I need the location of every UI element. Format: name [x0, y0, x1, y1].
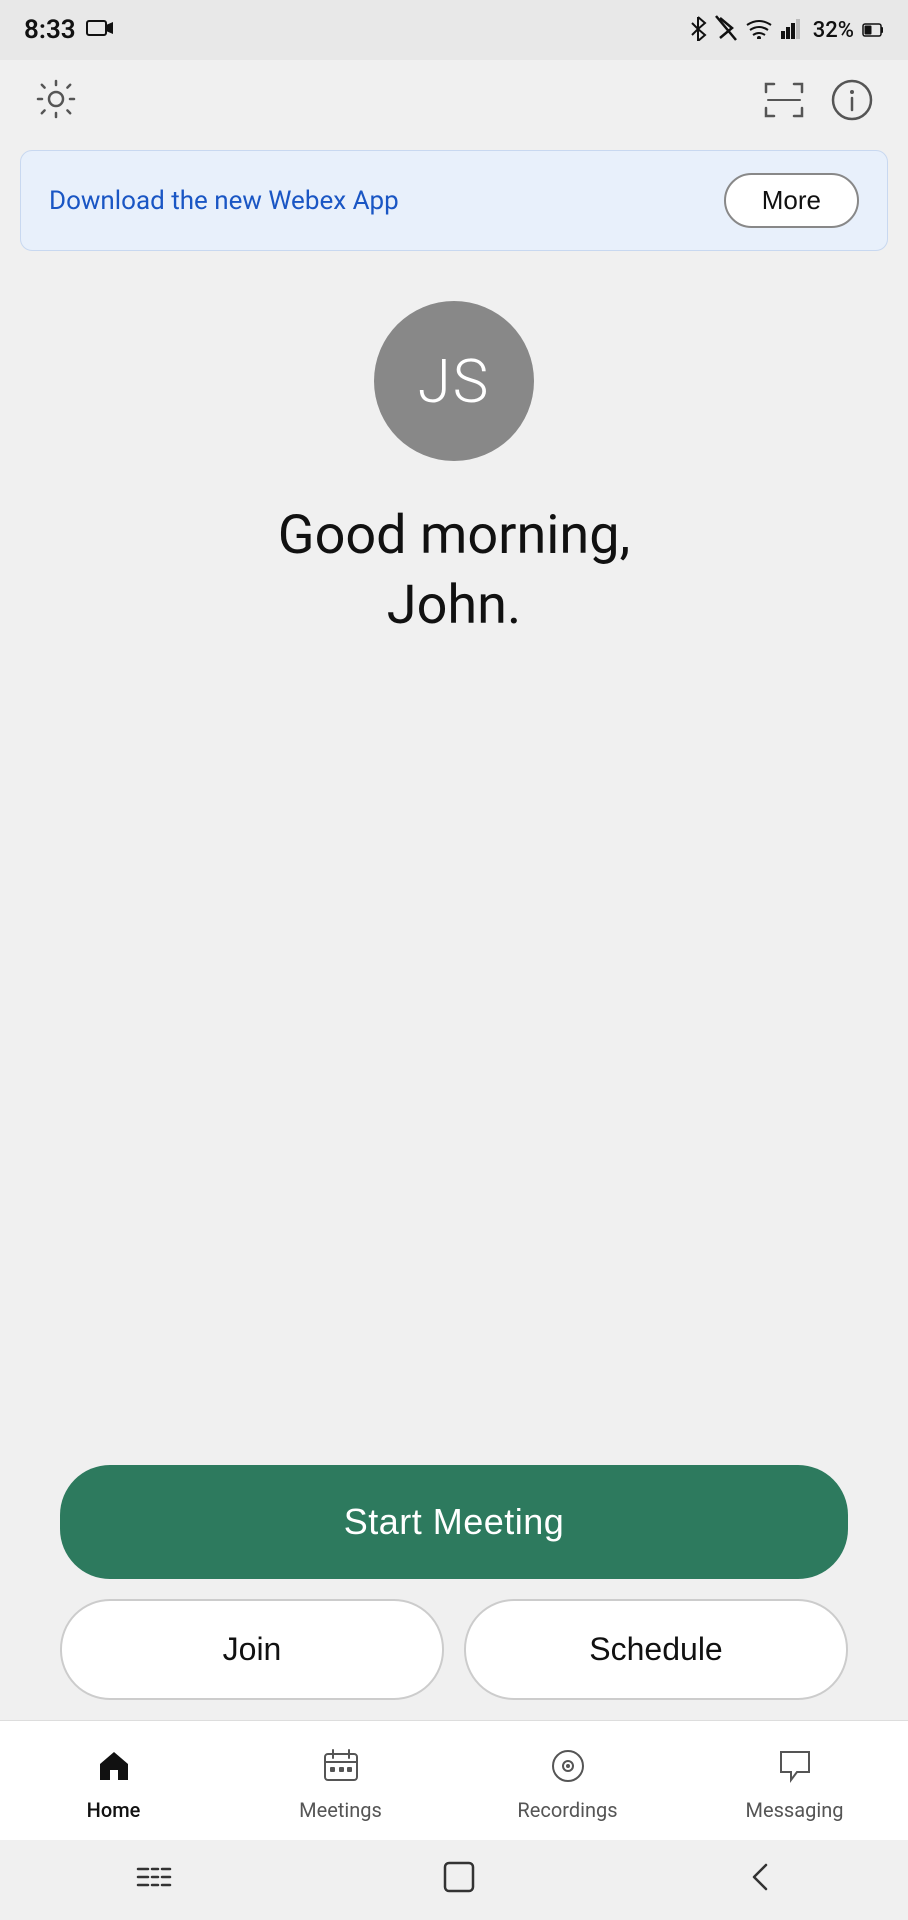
action-buttons: Start Meeting Join Schedule — [40, 1465, 868, 1700]
nav-item-home[interactable]: Home — [0, 1748, 227, 1822]
top-nav-right — [760, 76, 876, 124]
home-nav-button[interactable] — [413, 1851, 505, 1910]
bottom-nav: Home Meetings Recordings — [0, 1720, 908, 1840]
top-nav — [0, 60, 908, 140]
secondary-buttons: Join Schedule — [60, 1599, 848, 1700]
main-content: JS Good morning, John. Start Meeting Joi… — [0, 261, 908, 1760]
meetings-icon — [323, 1748, 359, 1792]
start-meeting-button[interactable]: Start Meeting — [60, 1465, 848, 1579]
back-nav-button[interactable] — [716, 1851, 802, 1910]
nav-label-messaging: Messaging — [746, 1798, 844, 1822]
status-bar: 8:33 — [0, 0, 908, 60]
banner-more-button[interactable]: More — [724, 173, 859, 228]
status-bar-left: 8:33 — [24, 15, 114, 45]
settings-button[interactable] — [32, 76, 80, 124]
messaging-icon — [777, 1748, 813, 1792]
system-nav — [0, 1840, 908, 1920]
greeting-text: Good morning, John. — [278, 501, 630, 641]
greeting-line2: John. — [387, 574, 521, 637]
bluetooth-icon — [689, 15, 707, 46]
camera-icon — [86, 17, 114, 44]
greeting-line1: Good morning, — [278, 504, 630, 567]
schedule-button[interactable]: Schedule — [464, 1599, 848, 1700]
battery-icon — [862, 18, 884, 42]
avatar: JS — [374, 301, 534, 461]
nav-item-meetings[interactable]: Meetings — [227, 1748, 454, 1822]
wifi-icon — [745, 17, 773, 44]
nav-label-meetings: Meetings — [299, 1798, 382, 1822]
join-button[interactable]: Join — [60, 1599, 444, 1700]
nav-label-recordings: Recordings — [517, 1798, 617, 1822]
home-icon — [96, 1748, 132, 1792]
status-time: 8:33 — [24, 15, 76, 45]
banner-text: Download the new Webex App — [49, 186, 399, 216]
info-button[interactable] — [828, 76, 876, 124]
status-bar-right: 32% — [689, 15, 884, 46]
signal-icon — [781, 17, 805, 44]
nav-item-messaging[interactable]: Messaging — [681, 1748, 908, 1822]
avatar-initials: JS — [418, 346, 491, 417]
banner: Download the new Webex App More — [20, 150, 888, 251]
scan-button[interactable] — [760, 76, 808, 124]
menu-nav-button[interactable] — [106, 1853, 202, 1908]
mute-icon — [715, 15, 737, 46]
recordings-icon — [550, 1748, 586, 1792]
nav-item-recordings[interactable]: Recordings — [454, 1748, 681, 1822]
nav-label-home: Home — [87, 1798, 141, 1822]
battery-text: 32% — [813, 18, 854, 43]
